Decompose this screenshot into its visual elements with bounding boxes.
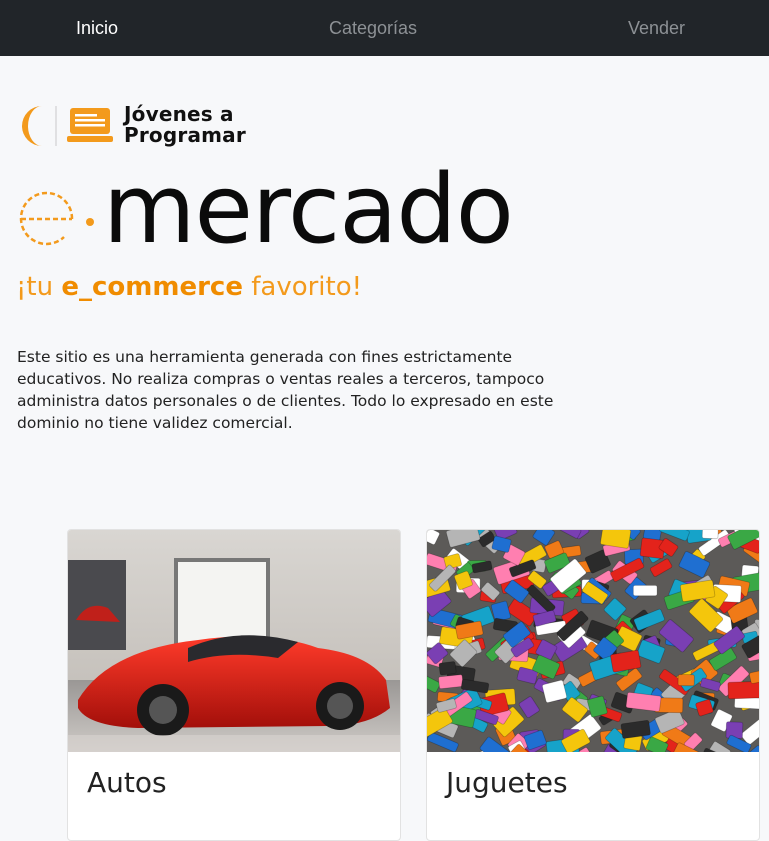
nav-categorias[interactable]: Categorías (329, 0, 417, 56)
category-image-juguetes (427, 530, 759, 752)
jap-logo-text: Jóvenes a Programar (124, 104, 246, 146)
lego-brick (438, 674, 464, 690)
tagline: ¡tu e_commerce favorito! (16, 270, 362, 304)
category-card-autos[interactable]: Autos (67, 529, 401, 841)
tagline-bold: e_commerce (61, 272, 243, 302)
jap-line2: Programar (124, 123, 246, 147)
lego-brick (632, 585, 658, 597)
red-sports-car-image (68, 530, 400, 752)
jap-line1: Jóvenes a (124, 102, 234, 126)
site-title: mercado (103, 155, 514, 265)
lego-bricks-image (427, 530, 759, 752)
nav-inicio[interactable]: Inicio (76, 0, 118, 56)
lego-brick (727, 680, 759, 700)
tagline-suffix: favorito! (242, 272, 363, 302)
tagline-prefix: ¡tu (16, 272, 62, 302)
lego-brick (677, 674, 695, 687)
lego-brick (701, 530, 719, 540)
nav-vender[interactable]: Vender (628, 0, 685, 56)
emercado-e-icon (19, 191, 94, 246)
category-title-autos: Autos (87, 766, 167, 799)
category-card-juguetes[interactable]: Juguetes (426, 529, 760, 841)
category-image-autos (68, 530, 400, 752)
top-navbar: Inicio Categorías Vender (0, 0, 769, 56)
category-title-juguetes: Juguetes (446, 766, 568, 799)
lego-brick (725, 721, 744, 739)
disclaimer-text: Este sitio es una herramienta generada c… (17, 348, 554, 432)
lego-brick (438, 661, 457, 676)
